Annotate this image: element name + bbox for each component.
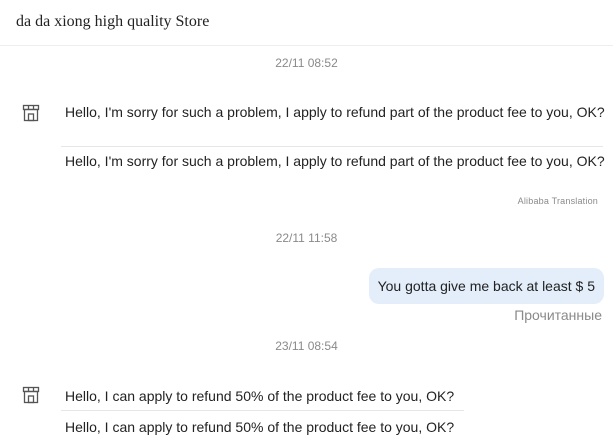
- translated-text: Hello, I can apply to refund 50% of the …: [65, 419, 455, 435]
- read-status: Прочитанные: [514, 307, 602, 323]
- chat-header: da da xiong high quality Store: [0, 0, 613, 46]
- store-icon: [22, 386, 40, 404]
- timestamp: 22/11 11:58: [275, 231, 338, 245]
- timestamp: 23/11 08:54: [275, 339, 338, 353]
- translated-text: Hello, I'm sorry for such a problem, I a…: [65, 153, 605, 169]
- translation-divider: [61, 146, 603, 147]
- store-icon: [22, 104, 40, 122]
- store-name-title: da da xiong high quality Store: [16, 13, 210, 30]
- timestamp: 22/11 08:52: [275, 56, 338, 70]
- message-text: Hello, I can apply to refund 50% of the …: [65, 388, 455, 404]
- outgoing-message-bubble: You gotta give me back at least $ 5: [368, 268, 604, 304]
- message-text: You gotta give me back at least $ 5: [377, 278, 595, 294]
- message-text: Hello, I'm sorry for such a problem, I a…: [65, 104, 605, 120]
- translation-source: Alibaba Translation: [517, 196, 598, 206]
- translation-divider: [61, 410, 464, 411]
